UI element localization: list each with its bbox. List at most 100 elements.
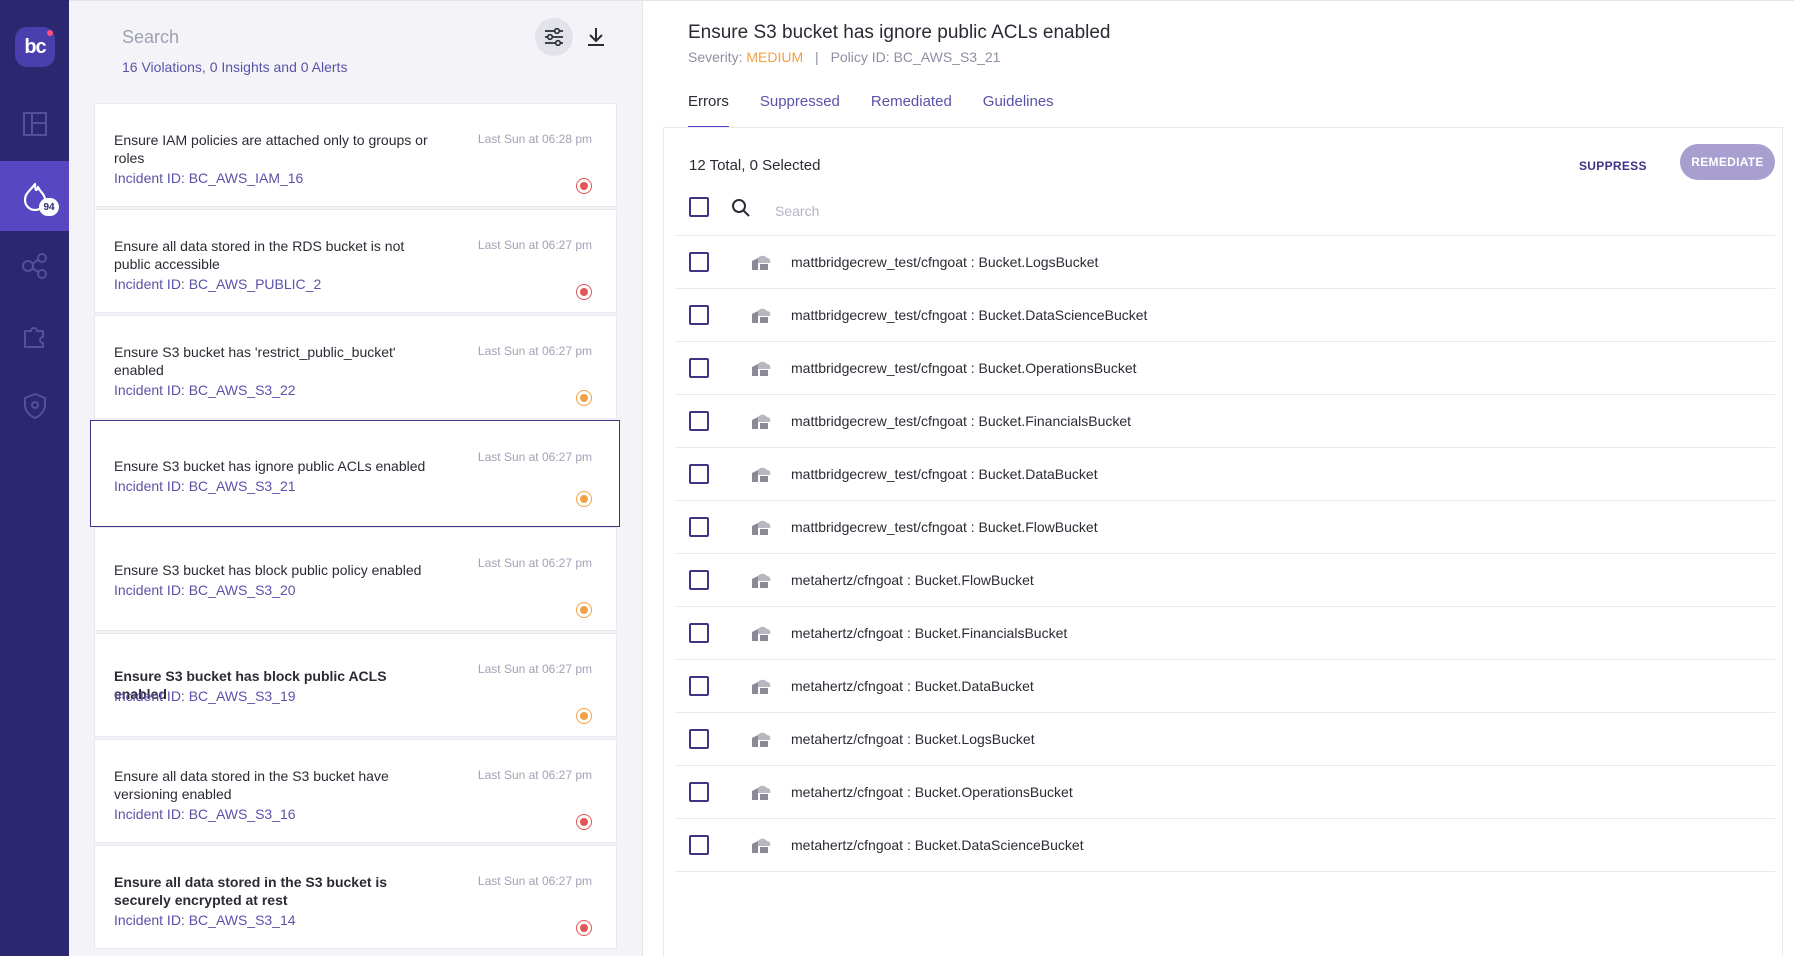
- row-checkbox[interactable]: [689, 782, 709, 802]
- incident-title: Ensure S3 bucket has 'restrict_public_bu…: [114, 344, 396, 378]
- bucket-resource-icon: [752, 626, 771, 641]
- filter-button[interactable]: [535, 18, 573, 56]
- resources-search-input[interactable]: Search: [775, 203, 819, 219]
- incident-time: Last Sun at 06:27 pm: [477, 768, 592, 782]
- row-checkbox[interactable]: [689, 517, 709, 537]
- incident-time: Last Sun at 06:27 pm: [477, 662, 592, 676]
- row-checkbox[interactable]: [689, 358, 709, 378]
- puzzle-icon: [23, 327, 44, 348]
- remediate-button[interactable]: REMEDIATE: [1680, 144, 1775, 180]
- incident-time: Last Sun at 06:27 pm: [477, 450, 592, 464]
- incident-time: Last Sun at 06:28 pm: [477, 132, 592, 146]
- tab-suppressed[interactable]: Suppressed: [760, 93, 840, 129]
- bucket-resource-icon: [752, 308, 771, 323]
- bucket-resource-icon: [752, 467, 771, 482]
- incident-id: Incident ID: BC_AWS_S3_21: [114, 478, 296, 494]
- dashboard-icon: [22, 112, 47, 136]
- nav-security[interactable]: [0, 371, 69, 441]
- incident-title: Ensure S3 bucket has ignore public ACLs …: [114, 458, 426, 474]
- incident-card[interactable]: Ensure all data stored in the S3 bucket …: [94, 845, 617, 949]
- resource-row[interactable]: metahertz/cfngoat : Bucket.FlowBucket: [675, 554, 1775, 607]
- bridgecrew-logo[interactable]: bc: [15, 27, 55, 67]
- incidents-count-badge: 94: [39, 198, 59, 216]
- bucket-resource-icon: [752, 573, 771, 588]
- bucket-resource-icon: [752, 732, 771, 747]
- bucket-resource-icon: [752, 255, 771, 270]
- bucket-resource-icon: [752, 679, 771, 694]
- incident-card[interactable]: Ensure S3 bucket has 'restrict_public_bu…: [94, 315, 617, 419]
- severity-label: Severity:: [688, 49, 743, 65]
- download-icon: [588, 28, 604, 46]
- tab-guidelines[interactable]: Guidelines: [983, 93, 1054, 129]
- incident-id: Incident ID: BC_AWS_S3_14: [114, 912, 296, 928]
- resource-row[interactable]: mattbridgecrew_test/cfngoat : Bucket.Log…: [675, 236, 1775, 289]
- resource-name: mattbridgecrew_test/cfngoat : Bucket.Dat…: [791, 466, 1098, 482]
- resource-row[interactable]: metahertz/cfngoat : Bucket.OperationsBuc…: [675, 766, 1775, 819]
- tab-remediated[interactable]: Remediated: [871, 93, 952, 129]
- incident-id: Incident ID: BC_AWS_PUBLIC_2: [114, 276, 322, 292]
- incident-card[interactable]: Ensure S3 bucket has block public policy…: [94, 527, 617, 631]
- row-checkbox[interactable]: [689, 676, 709, 696]
- severity-high-icon: [576, 814, 592, 830]
- policy-title: Ensure S3 bucket has ignore public ACLs …: [688, 22, 1111, 43]
- incident-time: Last Sun at 06:27 pm: [477, 556, 592, 570]
- incident-id: Incident ID: BC_AWS_IAM_16: [114, 170, 304, 186]
- errors-panel: 12 Total, 0 Selected SUPPRESS REMEDIATE …: [663, 127, 1783, 956]
- incidents-search-input[interactable]: Search: [122, 27, 179, 48]
- resource-name: mattbridgecrew_test/cfngoat : Bucket.Log…: [791, 254, 1099, 270]
- suppress-button[interactable]: SUPPRESS: [1579, 159, 1647, 173]
- resource-row[interactable]: metahertz/cfngoat : Bucket.LogsBucket: [675, 713, 1775, 766]
- select-all-checkbox[interactable]: [689, 197, 709, 217]
- row-checkbox[interactable]: [689, 570, 709, 590]
- nav-policies[interactable]: [0, 301, 69, 371]
- incident-title: Ensure S3 bucket has block public policy…: [114, 562, 422, 578]
- row-checkbox[interactable]: [689, 464, 709, 484]
- nav-dashboard[interactable]: [0, 89, 69, 159]
- incident-card[interactable]: Ensure all data stored in the RDS bucket…: [94, 209, 617, 313]
- row-checkbox[interactable]: [689, 729, 709, 749]
- policy-meta: Severity: MEDIUM | Policy ID: BC_AWS_S3_…: [688, 49, 1000, 65]
- resource-name: metahertz/cfngoat : Bucket.DataScienceBu…: [791, 837, 1084, 853]
- severity-high-icon: [576, 178, 592, 194]
- resource-row[interactable]: metahertz/cfngoat : Bucket.DataScienceBu…: [675, 819, 1775, 872]
- nav-integrations[interactable]: [0, 231, 69, 301]
- resource-name: mattbridgecrew_test/cfngoat : Bucket.Flo…: [791, 519, 1098, 535]
- severity-medium-icon: [576, 602, 592, 618]
- resource-name: mattbridgecrew_test/cfngoat : Bucket.Fin…: [791, 413, 1132, 429]
- resources-list: mattbridgecrew_test/cfngoat : Bucket.Log…: [675, 235, 1775, 872]
- resource-row[interactable]: metahertz/cfngoat : Bucket.DataBucket: [675, 660, 1775, 713]
- incident-card[interactable]: Ensure IAM policies are attached only to…: [94, 103, 617, 207]
- row-checkbox[interactable]: [689, 305, 709, 325]
- logo-dot: [47, 30, 53, 36]
- resource-row[interactable]: mattbridgecrew_test/cfngoat : Bucket.Dat…: [675, 289, 1775, 342]
- severity-high-icon: [576, 920, 592, 936]
- resource-row[interactable]: mattbridgecrew_test/cfngoat : Bucket.Flo…: [675, 501, 1775, 554]
- row-checkbox[interactable]: [689, 411, 709, 431]
- nav-incidents[interactable]: 94: [0, 161, 69, 231]
- incident-time: Last Sun at 06:27 pm: [477, 874, 592, 888]
- severity-medium-icon: [576, 390, 592, 406]
- resource-row[interactable]: mattbridgecrew_test/cfngoat : Bucket.Ope…: [675, 342, 1775, 395]
- row-checkbox[interactable]: [689, 623, 709, 643]
- bucket-resource-icon: [752, 361, 771, 376]
- resource-row[interactable]: metahertz/cfngoat : Bucket.FinancialsBuc…: [675, 607, 1775, 660]
- resource-name: metahertz/cfngoat : Bucket.FinancialsBuc…: [791, 625, 1068, 641]
- integrations-icon: [21, 253, 47, 279]
- search-icon[interactable]: [731, 198, 751, 218]
- policy-id: Policy ID: BC_AWS_S3_21: [830, 49, 1001, 65]
- incident-time: Last Sun at 06:27 pm: [477, 344, 592, 358]
- tab-errors[interactable]: Errors: [688, 93, 729, 129]
- incident-card[interactable]: Ensure all data stored in the S3 bucket …: [94, 739, 617, 843]
- incident-card[interactable]: Ensure S3 bucket has block public ACLS e…: [94, 633, 617, 737]
- resource-row[interactable]: mattbridgecrew_test/cfngoat : Bucket.Fin…: [675, 395, 1775, 448]
- severity-medium-icon: [576, 708, 592, 724]
- incident-card-selected[interactable]: Ensure S3 bucket has ignore public ACLs …: [90, 420, 620, 527]
- row-checkbox[interactable]: [689, 835, 709, 855]
- download-button[interactable]: [578, 19, 614, 55]
- nav-rail: bc 94: [0, 0, 69, 956]
- row-checkbox[interactable]: [689, 252, 709, 272]
- severity-medium-icon: [576, 491, 592, 507]
- severity-value: MEDIUM: [746, 49, 804, 65]
- resource-row[interactable]: mattbridgecrew_test/cfngoat : Bucket.Dat…: [675, 448, 1775, 501]
- meta-separator: |: [815, 49, 819, 65]
